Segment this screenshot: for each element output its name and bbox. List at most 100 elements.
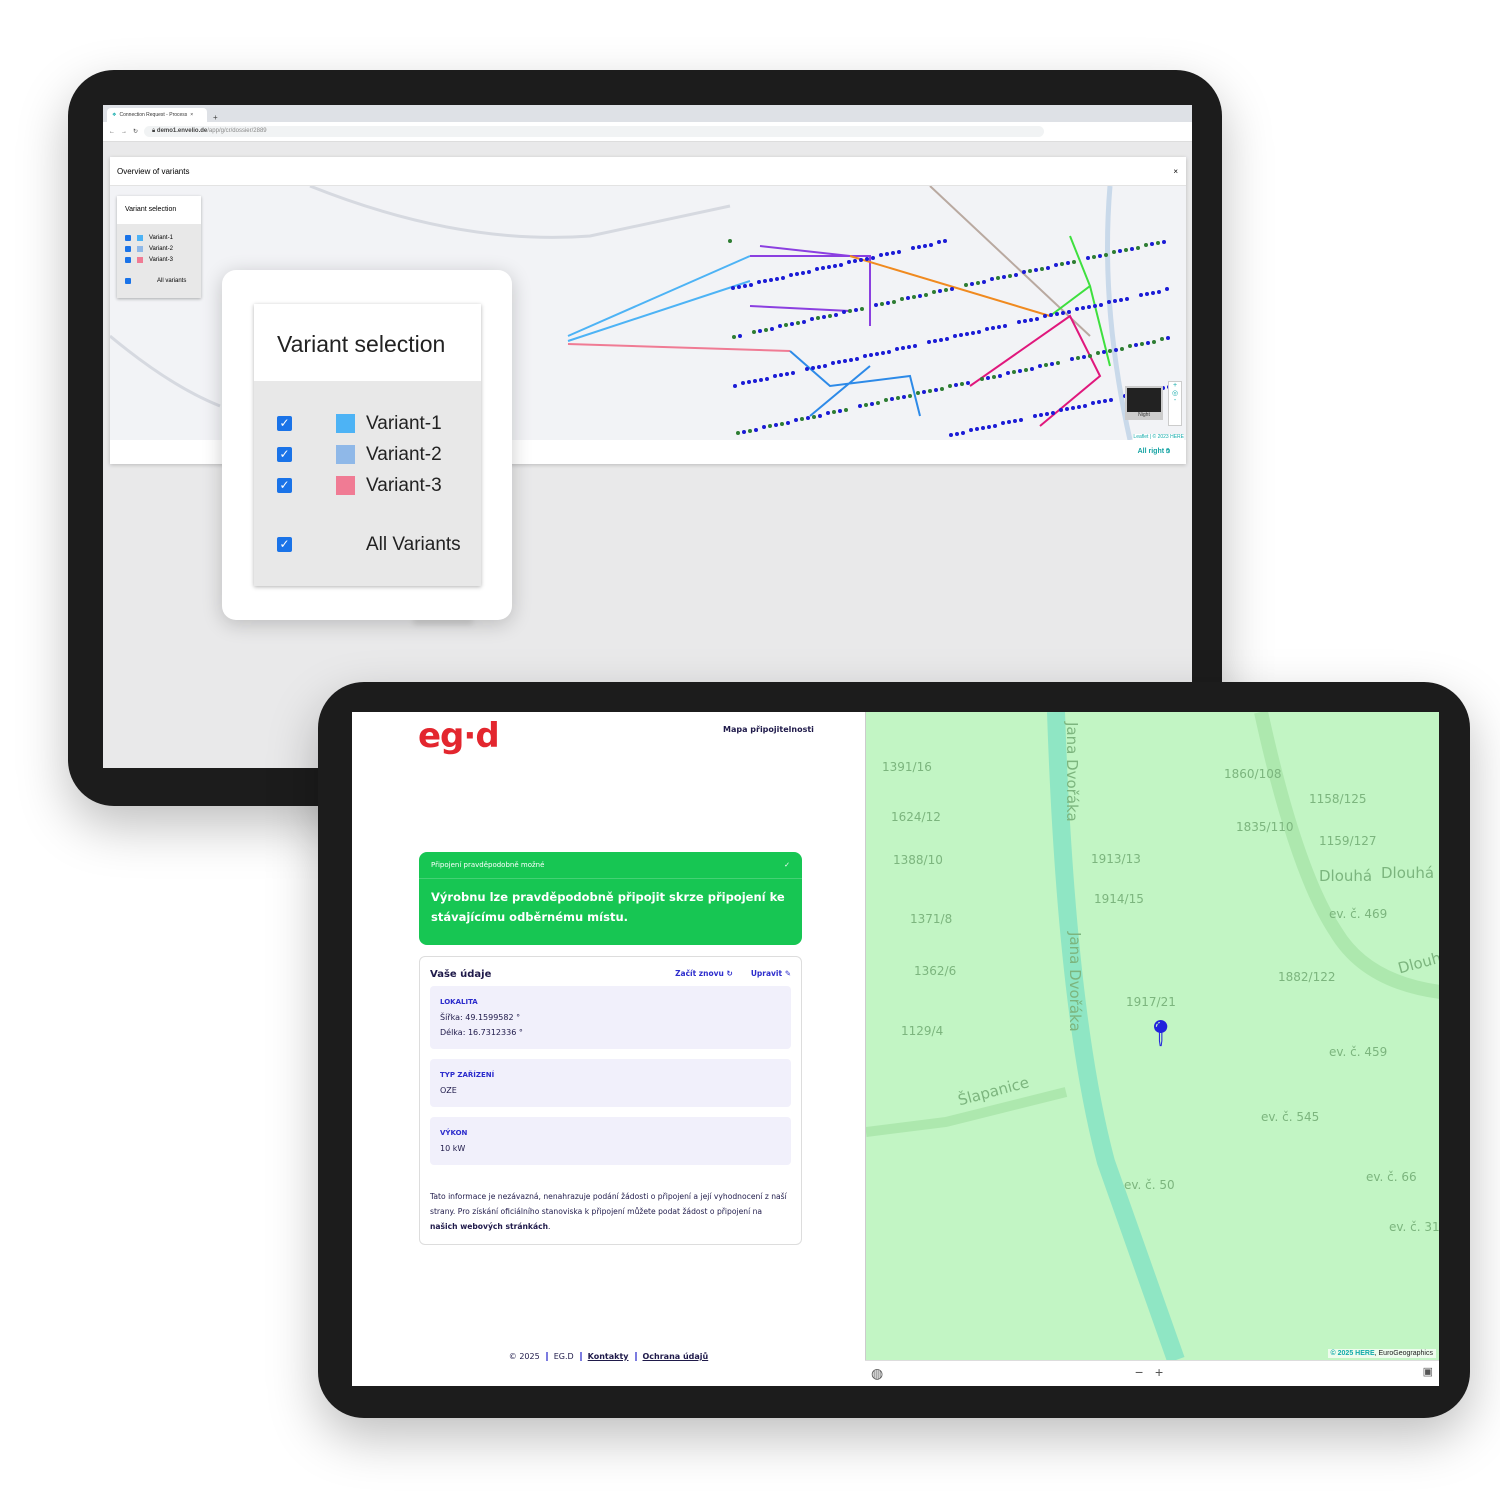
restart-button[interactable]: Začít znovu ↻ [675,969,733,980]
checkbox[interactable] [125,245,131,252]
network-node [1030,367,1034,371]
network-node [1040,267,1044,271]
close-icon[interactable]: × [1173,167,1178,176]
checkbox[interactable] [125,277,131,284]
variant-1-row[interactable]: ✓ Variant-1 [254,408,481,439]
network-node [827,265,831,269]
map-zoom-controls[interactable]: + ◎ - [1168,381,1182,426]
network-node [884,398,888,402]
globe-icon[interactable]: ◍ [871,1365,883,1382]
browser-tab[interactable]: ❖ Connection Request - Process × [107,108,207,122]
network-node [922,390,926,394]
checkbox-checked[interactable]: ✓ [277,416,292,431]
location-pin-icon[interactable]: 📍︎ [1144,1018,1177,1049]
network-node [1086,256,1090,260]
checkbox-checked[interactable]: ✓ [277,447,292,462]
network-node [1125,297,1129,301]
back-icon[interactable]: ← [109,129,115,135]
variant-3-row[interactable]: Variant-3 [117,254,201,265]
url-input[interactable]: 🔒︎ demo1.envelio.de/app/g/cr/dossier/288… [144,126,1045,137]
variant-label: Variant-3 [149,256,173,263]
variant-2-row[interactable]: ✓ Variant-2 [254,439,481,470]
network-node [773,374,777,378]
forward-icon[interactable]: → [121,129,127,135]
checkbox[interactable] [125,234,131,241]
network-node [940,387,944,391]
website-link[interactable]: našich webových stránkách [430,1222,548,1231]
reload-icon[interactable]: ↻ [133,128,138,135]
network-node [1113,299,1117,303]
network-node [811,366,815,370]
checkbox-checked[interactable]: ✓ [277,537,292,552]
checkbox-checked[interactable]: ✓ [277,478,292,493]
network-node [753,379,757,383]
map-label: 1913/13 [1091,852,1141,866]
checkbox[interactable] [125,256,131,263]
network-node [1002,275,1006,279]
refresh-icon: ↻ [726,969,733,978]
network-node [927,340,931,344]
contacts-link[interactable]: Kontakty [584,1352,633,1361]
variant-2-row[interactable]: Variant-2 [117,243,201,254]
url-path: /app/g/cr/dossier/2889 [207,128,267,134]
connectivity-map-link[interactable]: Mapa připojitelnosti [723,725,814,734]
color-swatch [137,245,143,252]
location-map[interactable]: 1391/16 1624/12 1388/10 1371/8 1362/6 1129/4 J… [865,712,1439,1360]
map-label: ev. č. 459 [1329,1045,1388,1059]
network-node [907,345,911,349]
network-node [912,295,916,299]
network-node [1054,263,1058,267]
network-node [732,335,736,339]
zoom-in-button[interactable]: + [1155,1364,1163,1380]
pencil-icon: ✎ [784,969,791,978]
all-right-link[interactable]: All right ✋︎ [1122,440,1186,464]
map-layers-icon[interactable]: ▣ [1423,1365,1433,1378]
zoom-out-button[interactable]: − [1135,1364,1143,1380]
map-label: ev. č. 313 [1389,1220,1439,1234]
network-node [1130,247,1134,251]
network-node [1006,371,1010,375]
network-node [731,286,735,290]
network-node [881,351,885,355]
network-node [736,431,740,435]
network-node [1150,242,1154,246]
network-node [1067,310,1071,314]
network-node [802,320,806,324]
network-node [949,433,953,437]
all-variants-row[interactable]: All variants [117,275,201,286]
network-node [880,302,884,306]
network-node [742,430,746,434]
close-tab-icon[interactable]: × [190,112,193,118]
network-node [1024,368,1028,372]
network-node [801,271,805,275]
latitude: Šířka: 49.1599582 ° [440,1013,521,1022]
privacy-link[interactable]: Ochrana údajů [639,1352,713,1361]
network-node [784,323,788,327]
network-node [748,429,752,433]
all-variants-row[interactable]: ✓ All Variants [254,529,481,560]
network-node [1151,291,1155,295]
network-node [789,273,793,277]
network-node [853,259,857,263]
network-node [932,290,936,294]
network-node [1076,356,1080,360]
network-node [778,324,782,328]
map-label: Tyršova [865,942,866,999]
variant-selection-small: Variant selection Variant-1 Variant-2 Va… [117,196,201,298]
variant-1-row[interactable]: Variant-1 [117,232,201,243]
variant-label: Variant-3 [366,474,442,496]
egd-logo[interactable]: eg·d [418,716,500,756]
color-swatch [336,445,355,464]
map-label: 1624/12 [891,810,941,824]
network-node [817,365,821,369]
map-label: 1371/8 [910,912,953,926]
network-node [1082,355,1086,359]
edit-button[interactable]: Upravit ✎ [751,969,791,980]
night-layer-button[interactable]: Night [1125,386,1163,420]
network-node [1124,248,1128,252]
network-node [728,239,732,243]
new-tab-button[interactable]: + [213,113,218,122]
panel-title: Variant selection [117,196,201,224]
map-label: 1835/110 [1236,820,1294,834]
variant-3-row[interactable]: ✓ Variant-3 [254,470,481,501]
